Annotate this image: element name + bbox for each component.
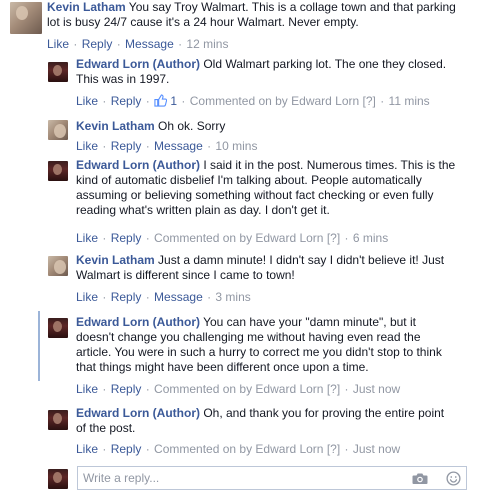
comment-body: Edward Lorn (Author) You can have your "… [76, 315, 442, 375]
comment-body: Edward Lorn (Author) I said it in the po… [76, 158, 455, 218]
like-link[interactable]: Like [76, 231, 98, 245]
reply-link[interactable]: Reply [111, 231, 142, 245]
comment-text: I said it in the post. Numerous times. T… [199, 158, 456, 172]
comment-text: Oh ok. Sorry [154, 119, 226, 133]
commented-by: Commented on by Edward Lorn [154, 231, 324, 245]
author-name[interactable]: Kevin Latham [47, 0, 126, 14]
like-link[interactable]: Like [76, 382, 98, 396]
author-name[interactable]: Kevin Latham [76, 119, 155, 133]
comment-actions: Like · Reply · Commented on by Edward Lo… [76, 231, 389, 245]
reply-input[interactable] [83, 470, 403, 486]
like-link[interactable]: Like [76, 94, 98, 108]
comment-text: This was in 1997. [76, 72, 170, 86]
like-link[interactable]: Like [76, 290, 98, 304]
author-name[interactable]: Edward Lorn (Author) [76, 158, 200, 172]
camera-icon[interactable] [412, 472, 428, 485]
timestamp[interactable]: 6 mins [353, 231, 388, 245]
comment-text: You can have your "damn minute", but it [199, 315, 416, 329]
commented-by: Commented on by Edward Lorn [189, 94, 360, 108]
like-link[interactable]: Like [76, 139, 98, 153]
timestamp[interactable]: 3 mins [215, 290, 250, 304]
comment-actions: Like · Reply · Message · 3 mins [76, 290, 251, 304]
timestamp[interactable]: 12 mins [186, 37, 228, 51]
comment-text: article. You were in such a hurry to cor… [76, 345, 442, 359]
comment-text: You say Troy Walmart. This is a collage … [125, 0, 456, 14]
comment-actions: Like · Reply · Message · 12 mins [47, 37, 229, 51]
reply-link[interactable]: Reply [111, 290, 142, 304]
timestamp[interactable]: Just now [353, 442, 400, 456]
commented-by: Commented on by Edward Lorn [154, 442, 324, 456]
avatar[interactable] [48, 161, 68, 181]
comment-text: Old Walmart parking lot. The one they cl… [199, 57, 447, 71]
info-marker[interactable]: [?] [327, 442, 340, 456]
timestamp[interactable]: 10 mins [215, 139, 257, 153]
comment-text: doesn't change you challenging me withou… [76, 330, 421, 344]
reply-link[interactable]: Reply [111, 442, 142, 456]
comment-text: reading what's written plain as day. I d… [76, 203, 330, 217]
message-link[interactable]: Message [125, 37, 174, 51]
comment-actions: Like · Reply · Message · 10 mins [76, 139, 258, 153]
avatar[interactable] [48, 120, 68, 140]
comment-text: that things might have been different on… [76, 360, 369, 374]
author-name[interactable]: Edward Lorn (Author) [76, 315, 200, 329]
comment-body: Edward Lorn (Author) Oh, and thank you f… [76, 406, 444, 436]
comment-text: kind of automatic disbelief I'm talking … [76, 173, 422, 187]
comment-text: lot is busy 24/7 cause it's a 24 hour Wa… [47, 15, 359, 29]
smile-icon[interactable] [446, 471, 461, 486]
reply-link[interactable]: Reply [82, 37, 113, 51]
info-marker[interactable]: [?] [327, 382, 340, 396]
avatar[interactable] [10, 2, 42, 34]
reply-link[interactable]: Reply [111, 139, 142, 153]
author-name[interactable]: Edward Lorn (Author) [76, 57, 200, 71]
reply-link[interactable]: Reply [111, 382, 142, 396]
comment-body: Kevin Latham You say Troy Walmart. This … [47, 0, 456, 30]
timestamp[interactable]: 11 mins [389, 94, 430, 108]
message-link[interactable]: Message [154, 139, 203, 153]
comment-text: assuming or believing something without … [76, 188, 434, 202]
comment-text: of the post. [76, 421, 136, 435]
comment-actions: Like · Reply · 1 · Commented on by Edwar… [76, 94, 430, 108]
reply-composer[interactable] [77, 466, 467, 490]
author-name[interactable]: Kevin Latham [76, 253, 155, 267]
avatar[interactable] [48, 410, 68, 430]
author-name[interactable]: Edward Lorn (Author) [76, 406, 200, 420]
message-link[interactable]: Message [154, 290, 203, 304]
comment-text: Just a damn minute! I didn't say I didn'… [154, 253, 445, 267]
timestamp[interactable]: Just now [353, 382, 400, 396]
like-link[interactable]: Like [76, 442, 98, 456]
info-marker[interactable]: [?] [363, 94, 376, 108]
comment-actions: Like · Reply · Commented on by Edward Lo… [76, 442, 401, 456]
info-marker[interactable]: [?] [327, 231, 340, 245]
avatar[interactable] [48, 318, 68, 338]
like-link[interactable]: Like [47, 37, 69, 51]
avatar[interactable] [48, 256, 68, 276]
avatar[interactable] [48, 62, 68, 82]
comment-actions: Like · Reply · Commented on by Edward Lo… [76, 382, 401, 396]
comment-text: Oh, and thank you for proving the entire… [199, 406, 445, 420]
comment-body: Edward Lorn (Author) Old Walmart parking… [76, 57, 446, 87]
reply-avatar [48, 469, 68, 489]
commented-by: Commented on by Edward Lorn [154, 382, 324, 396]
thumbs-up-icon[interactable] [154, 94, 168, 107]
comment-body: Kevin Latham Just a damn minute! I didn'… [76, 253, 444, 283]
thread-line [38, 311, 40, 381]
comment-body: Kevin Latham Oh ok. Sorry [76, 119, 225, 134]
comment-text: Walmart is different since I came to tow… [76, 268, 295, 282]
reply-link[interactable]: Reply [111, 94, 142, 108]
